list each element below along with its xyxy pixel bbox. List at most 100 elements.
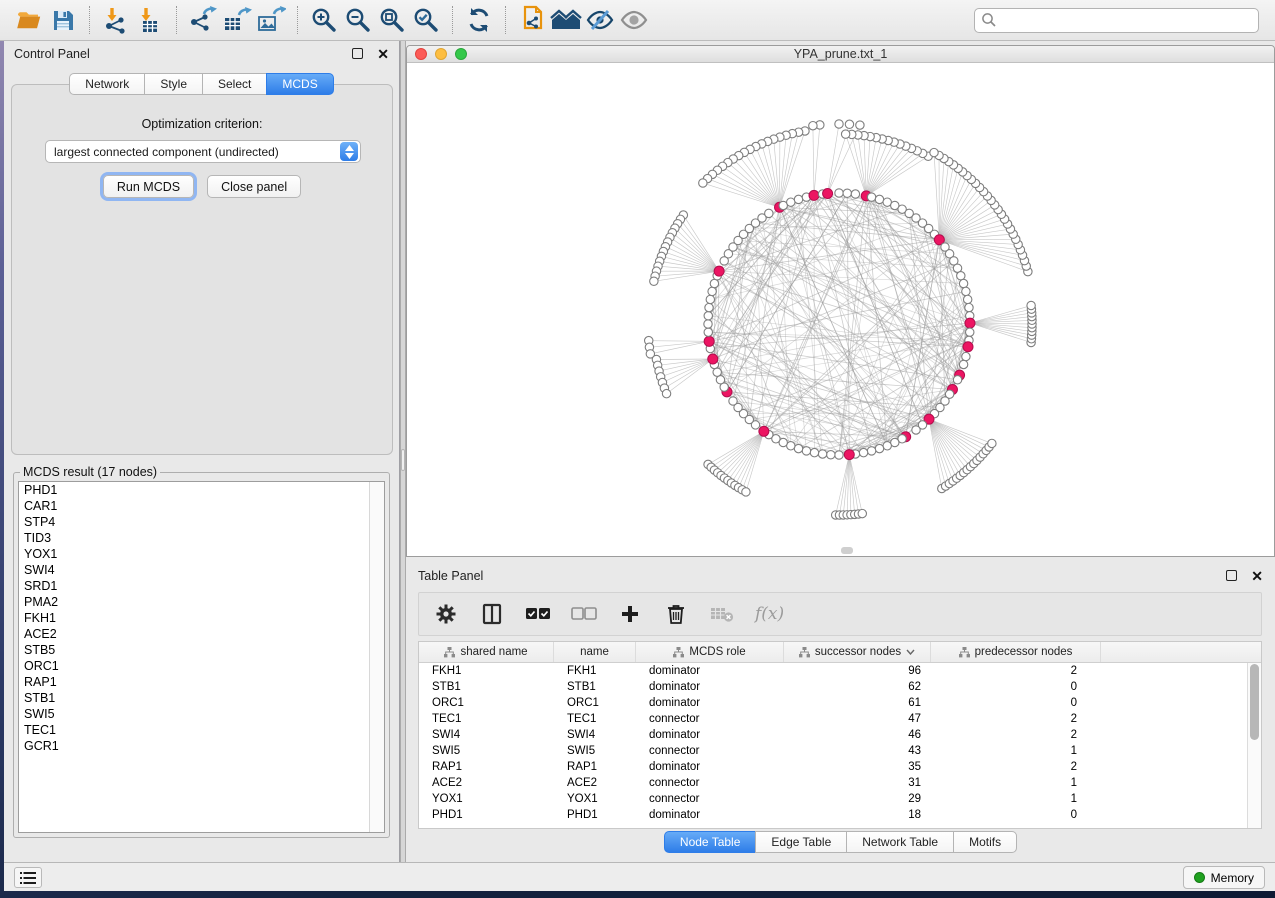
mcds-result-item[interactable]: TID3 [19, 530, 384, 546]
table-cell: 1 [931, 743, 1087, 759]
tab-network-table[interactable]: Network Table [846, 831, 953, 853]
tab-network[interactable]: Network [69, 73, 144, 95]
tab-edge-table[interactable]: Edge Table [755, 831, 846, 853]
float-table-panel-icon[interactable] [1226, 570, 1237, 581]
table-row[interactable]: STB1STB1dominator620 [419, 679, 1247, 695]
first-neighbors-icon[interactable] [549, 4, 583, 36]
memory-button[interactable]: Memory [1183, 866, 1265, 889]
table-row[interactable]: FKH1FKH1dominator962 [419, 663, 1247, 679]
mcds-tab-content: Optimization criterion: largest connecte… [11, 84, 393, 455]
network-window-titlebar[interactable]: YPA_prune.txt_1 [407, 46, 1274, 63]
close-panel-button[interactable]: Close panel [207, 175, 301, 198]
mcds-result-list[interactable]: PHD1CAR1STP4TID3YOX1SWI4SRD1PMA2FKH1ACE2… [18, 481, 385, 833]
main-toolbar [0, 0, 1275, 41]
criterion-select[interactable]: largest connected component (undirected) [45, 140, 361, 163]
table-row[interactable]: RAP1RAP1dominator352 [419, 759, 1247, 775]
run-mcds-button[interactable]: Run MCDS [103, 175, 194, 198]
mcds-result-item[interactable]: STP4 [19, 514, 384, 530]
table-scrollbar[interactable] [1247, 663, 1261, 828]
table-row[interactable]: SWI5SWI5connector431 [419, 743, 1247, 759]
tab-style[interactable]: Style [144, 73, 202, 95]
column-header-predecessor-nodes[interactable]: predecessor nodes [931, 642, 1101, 662]
control-panel-title: Control Panel [14, 47, 90, 61]
search-box[interactable] [974, 8, 1259, 33]
table-row[interactable]: ORC1ORC1dominator610 [419, 695, 1247, 711]
column-type-icon [673, 647, 684, 658]
mcds-result-item[interactable]: SWI5 [19, 706, 384, 722]
delete-table-disabled-icon[interactable] [709, 601, 735, 627]
function-builder-icon[interactable]: f(x) [755, 604, 784, 624]
network-canvas[interactable] [407, 63, 1274, 556]
close-panel-icon[interactable]: ✕ [377, 47, 389, 61]
hide-selected-icon[interactable] [583, 4, 617, 36]
tab-node-table[interactable]: Node Table [664, 831, 756, 853]
export-network-icon[interactable] [186, 4, 220, 36]
mcds-result-item[interactable]: ORC1 [19, 658, 384, 674]
table-cell: 35 [784, 759, 931, 775]
table-row[interactable]: PHD1PHD1dominator180 [419, 807, 1247, 823]
mcds-result-item[interactable]: SWI4 [19, 562, 384, 578]
add-column-icon[interactable] [617, 601, 643, 627]
zoom-fit-icon[interactable] [375, 4, 409, 36]
mcds-result-item[interactable]: GCR1 [19, 738, 384, 754]
mcds-list-scrollbar[interactable] [369, 482, 384, 832]
tab-motifs[interactable]: Motifs [953, 831, 1017, 853]
table-row[interactable]: ACE2ACE2connector311 [419, 775, 1247, 791]
import-network-icon[interactable] [99, 4, 133, 36]
table-cell: RAP1 [419, 759, 554, 775]
divider-grip[interactable] [401, 449, 405, 471]
task-history-icon[interactable] [14, 867, 42, 888]
import-table-icon[interactable] [133, 4, 167, 36]
mcds-result-item[interactable]: STB1 [19, 690, 384, 706]
mcds-result-item[interactable]: STB5 [19, 642, 384, 658]
column-header-mcds-role[interactable]: MCDS role [636, 642, 784, 662]
network-svg [407, 63, 1274, 556]
column-header-shared-name[interactable]: shared name [419, 642, 554, 662]
table-cell: STB1 [554, 679, 636, 695]
network-scroll-indicator[interactable] [841, 547, 853, 554]
node-table-body[interactable]: FKH1FKH1dominator962STB1STB1dominator620… [419, 663, 1247, 828]
export-image-icon[interactable] [254, 4, 288, 36]
mcds-result-item[interactable]: RAP1 [19, 674, 384, 690]
table-scrollbar-thumb[interactable] [1250, 664, 1259, 740]
select-all-checkboxes-icon[interactable] [525, 601, 551, 627]
mcds-result-item[interactable]: PHD1 [19, 482, 384, 498]
mcds-result-item[interactable]: TEC1 [19, 722, 384, 738]
export-table-icon[interactable] [220, 4, 254, 36]
zoom-in-icon[interactable] [307, 4, 341, 36]
mcds-result-item[interactable]: CAR1 [19, 498, 384, 514]
zoom-selected-icon[interactable] [409, 4, 443, 36]
column-header-successor-nodes[interactable]: successor nodes [784, 642, 931, 662]
close-table-panel-icon[interactable]: ✕ [1251, 569, 1263, 583]
save-session-icon[interactable] [46, 4, 80, 36]
show-all-icon[interactable] [617, 4, 651, 36]
table-cell: YOX1 [419, 791, 554, 807]
table-cell: connector [636, 775, 784, 791]
table-cell: 47 [784, 711, 931, 727]
float-panel-icon[interactable] [352, 48, 363, 59]
table-options-gear-icon[interactable] [433, 601, 459, 627]
open-file-icon[interactable] [12, 4, 46, 36]
column-header-name[interactable]: name [554, 642, 636, 662]
apply-preferred-layout-icon[interactable] [462, 4, 496, 36]
table-cell: dominator [636, 759, 784, 775]
table-row[interactable]: TEC1TEC1connector472 [419, 711, 1247, 727]
mcds-result-item[interactable]: SRD1 [19, 578, 384, 594]
zoom-out-icon[interactable] [341, 4, 375, 36]
table-row[interactable]: SWI4SWI4dominator462 [419, 727, 1247, 743]
memory-label: Memory [1211, 871, 1254, 885]
search-input[interactable] [997, 13, 1252, 27]
table-cell: 96 [784, 663, 931, 679]
optimization-criterion-label: Optimization criterion: [12, 117, 392, 131]
tab-select[interactable]: Select [202, 73, 266, 95]
mcds-result-item[interactable]: YOX1 [19, 546, 384, 562]
mcds-result-item[interactable]: FKH1 [19, 610, 384, 626]
show-columns-icon[interactable] [479, 601, 505, 627]
mcds-result-item[interactable]: ACE2 [19, 626, 384, 642]
tab-mcds[interactable]: MCDS [266, 73, 333, 95]
new-network-document-icon[interactable] [515, 4, 549, 36]
table-row[interactable]: YOX1YOX1connector291 [419, 791, 1247, 807]
deselect-all-checkboxes-icon[interactable] [571, 601, 597, 627]
mcds-result-item[interactable]: PMA2 [19, 594, 384, 610]
delete-column-icon[interactable] [663, 601, 689, 627]
